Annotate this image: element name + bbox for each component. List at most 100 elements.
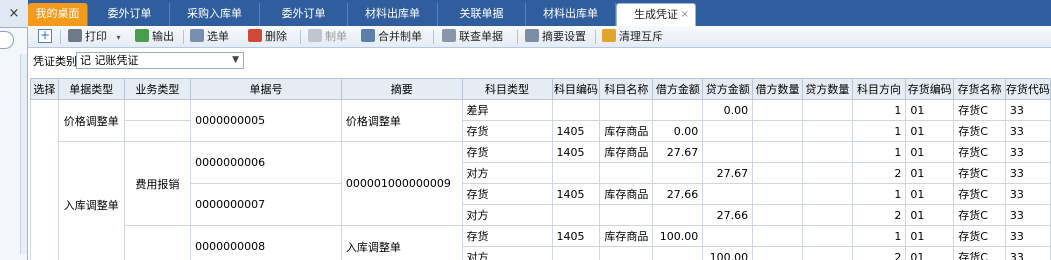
credit-qty-cell bbox=[801, 246, 853, 260]
col-select[interactable]: 选择 bbox=[30, 78, 59, 100]
subject-type-cell: 差异 bbox=[461, 99, 553, 121]
credit-cell: 100.00 bbox=[702, 246, 754, 260]
doc-type-cell: 入库调整单 bbox=[57, 141, 125, 260]
subject-code-cell: 1405 bbox=[551, 141, 601, 163]
inv-code-cell: 01 bbox=[905, 120, 955, 142]
make-voucher-button[interactable]: 制单 bbox=[308, 28, 347, 46]
tab-material-outbound[interactable]: 材料出库单 bbox=[348, 3, 438, 26]
toolbar-separator bbox=[595, 30, 596, 44]
table-header: 选择 单据类型 业务类型 单据号 摘要 科目类型 科目编码 科目名称 借方金额 … bbox=[30, 78, 1051, 100]
export-button[interactable]: 输出 bbox=[135, 28, 174, 46]
add-button[interactable]: + bbox=[38, 29, 52, 43]
broom-icon bbox=[602, 29, 616, 42]
debit-qty-cell bbox=[752, 120, 803, 142]
debit-qty-cell bbox=[752, 162, 803, 184]
credit-cell bbox=[702, 141, 754, 163]
tab-material-outbound-2[interactable]: 材料出库单 bbox=[526, 3, 616, 26]
tab-outsourcing-order-2[interactable]: 委外订单 bbox=[260, 3, 348, 26]
delete-button[interactable]: 删除 bbox=[248, 28, 287, 46]
tab-close-icon[interactable]: × bbox=[681, 4, 689, 26]
voucher-grid: 选择 单据类型 业务类型 单据号 摘要 科目类型 科目编码 科目名称 借方金额 … bbox=[30, 78, 1051, 260]
voucher-table: 选择 单据类型 业务类型 单据号 摘要 科目类型 科目编码 科目名称 借方金额 … bbox=[30, 78, 1051, 260]
voucher-type-select[interactable]: 记 记账凭证 ▼ bbox=[76, 52, 244, 69]
col-inv-code[interactable]: 存货编码 bbox=[905, 78, 955, 100]
debit-cell: 27.66 bbox=[652, 183, 704, 205]
toolbar-separator bbox=[517, 30, 518, 44]
left-scrollbar[interactable] bbox=[20, 54, 27, 254]
col-doc-type[interactable]: 单据类型 bbox=[57, 78, 125, 100]
subject-type-cell: 存货 bbox=[461, 141, 553, 163]
subject-name-cell bbox=[599, 204, 654, 226]
col-biz-type[interactable]: 业务类型 bbox=[123, 78, 192, 100]
linked-documents-button[interactable]: 联查单据 bbox=[442, 28, 503, 46]
subject-type-cell: 存货 bbox=[461, 225, 553, 247]
settings-icon bbox=[525, 29, 539, 42]
clear-exclusion-button[interactable]: 清理互斥 bbox=[602, 28, 663, 46]
chevron-down-icon[interactable]: ▾ bbox=[117, 33, 121, 42]
edit-icon bbox=[308, 29, 322, 42]
col-doc-no[interactable]: 单据号 bbox=[190, 78, 342, 100]
biz-type-cell bbox=[123, 120, 192, 142]
subject-code-cell bbox=[551, 99, 601, 121]
credit-qty-cell bbox=[801, 225, 853, 247]
toolbar-separator bbox=[60, 30, 61, 44]
doc-no-cell: 0000000005 bbox=[190, 99, 342, 142]
voucher-type-label: 凭证类别 bbox=[33, 55, 77, 68]
table-row[interactable]: 价格调整单 0000000005 价格调整单 差异 0.00 1 01 存货C … bbox=[30, 99, 1051, 260]
inv-code-cell: 01 bbox=[905, 225, 955, 247]
inv-name-cell: 存货C bbox=[953, 162, 1006, 184]
inv-name-cell: 存货C bbox=[953, 204, 1006, 226]
table-row[interactable]: 存货 1405 库存商品 0.00 1 01 存货C 33 bbox=[31, 120, 1051, 142]
inv-name-cell: 存货C bbox=[953, 99, 1006, 121]
tab-generate-voucher[interactable]: 生成凭证 × bbox=[616, 3, 696, 26]
debit-qty-cell bbox=[752, 204, 803, 226]
summary-cell: 入库调整单 bbox=[340, 225, 463, 260]
inv-name-cell: 存货C bbox=[953, 225, 1006, 247]
panel-toggle-button[interactable] bbox=[0, 31, 14, 49]
col-summary[interactable]: 摘要 bbox=[340, 78, 463, 100]
table-row[interactable]: 0000000008 入库调整单 存货 1405 库存商品 100.00 1 0… bbox=[31, 225, 1051, 260]
direction-cell: 2 bbox=[851, 204, 907, 226]
col-inv-alias[interactable]: 存货代码 bbox=[1004, 78, 1051, 100]
merge-voucher-button[interactable]: 合并制单 bbox=[361, 28, 422, 46]
inv-name-cell: 存货C bbox=[953, 183, 1006, 205]
col-subject-name[interactable]: 科目名称 bbox=[599, 78, 654, 100]
col-debit[interactable]: 借方金额 bbox=[652, 78, 704, 100]
debit-qty-cell bbox=[752, 141, 803, 163]
inv-alias-cell: 33 bbox=[1004, 183, 1051, 205]
tab-outsourcing-order[interactable]: 委外订单 bbox=[90, 3, 170, 26]
inv-alias-cell: 33 bbox=[1004, 120, 1051, 142]
filter-row: 凭证类别 记 记账凭证 ▼ bbox=[28, 48, 1051, 72]
print-button[interactable]: 打印 ▾ bbox=[68, 28, 121, 46]
summary-settings-button[interactable]: 摘要设置 bbox=[525, 28, 586, 46]
credit-qty-cell bbox=[801, 99, 853, 121]
col-subject-type[interactable]: 科目类型 bbox=[461, 78, 553, 100]
credit-qty-cell bbox=[801, 162, 853, 184]
select-cell[interactable] bbox=[30, 99, 59, 260]
inv-code-cell: 01 bbox=[905, 99, 955, 121]
tab-desktop[interactable]: 我的桌面 bbox=[28, 3, 88, 26]
direction-cell: 1 bbox=[851, 225, 907, 247]
debit-qty-cell bbox=[752, 99, 803, 121]
subject-code-cell bbox=[551, 162, 601, 184]
col-subject-code[interactable]: 科目编码 bbox=[551, 78, 601, 100]
tab-linked-documents[interactable]: 关联单据 bbox=[438, 3, 526, 26]
select-button[interactable]: 选单 bbox=[190, 28, 229, 46]
col-inv-name[interactable]: 存货名称 bbox=[953, 78, 1006, 100]
col-direction[interactable]: 科目方向 bbox=[851, 78, 907, 100]
col-credit[interactable]: 贷方金额 bbox=[702, 78, 754, 100]
debit-cell bbox=[652, 204, 704, 226]
col-credit-qty[interactable]: 贷方数量 bbox=[801, 78, 853, 100]
close-panel-button[interactable]: × bbox=[0, 0, 28, 28]
subject-name-cell bbox=[599, 162, 654, 184]
close-icon: × bbox=[8, 6, 20, 21]
col-debit-qty[interactable]: 借方数量 bbox=[752, 78, 803, 100]
table-row[interactable]: 入库调整单 费用报销 0000000006 000001000000009 存货… bbox=[31, 141, 1051, 260]
tab-purchase-inbound[interactable]: 采购入库单 bbox=[170, 3, 260, 26]
tab-bar: 我的桌面 委外订单 采购入库单 委外订单 材料出库单 关联单据 材料出库单 生成… bbox=[28, 0, 1051, 26]
biz-type-cell: 费用报销 bbox=[123, 141, 192, 226]
inv-alias-cell: 33 bbox=[1004, 246, 1051, 260]
inv-code-cell: 01 bbox=[905, 162, 955, 184]
doc-no-cell: 0000000008 bbox=[190, 225, 342, 260]
direction-cell: 1 bbox=[851, 141, 907, 163]
